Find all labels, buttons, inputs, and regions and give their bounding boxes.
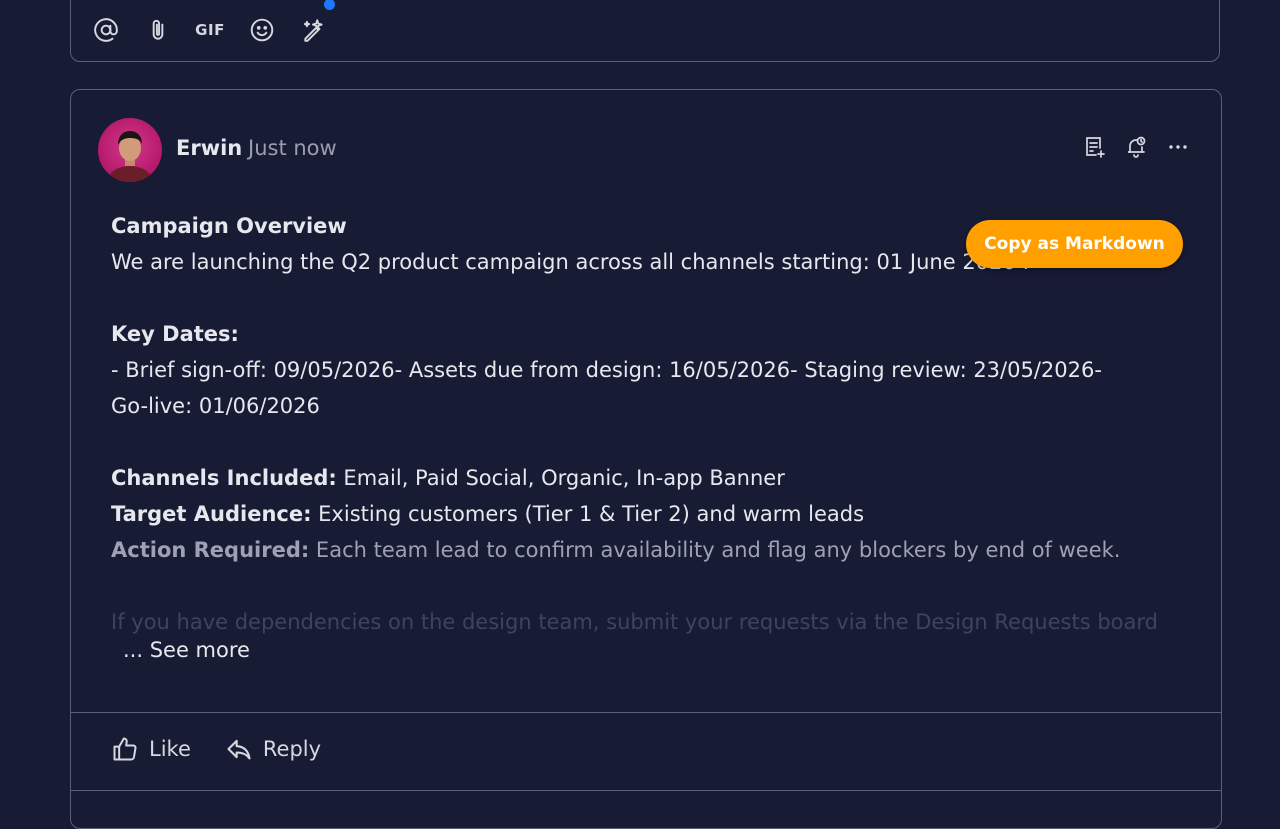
key-dates-line: - Brief sign-off: 09/05/2026- Assets due…	[111, 358, 1102, 382]
post-header-actions	[1081, 134, 1191, 160]
avatar[interactable]	[98, 118, 162, 182]
reply-icon	[227, 739, 251, 760]
more-options-icon	[1169, 145, 1187, 149]
see-more-link[interactable]: ... See more	[123, 638, 250, 662]
gif-button[interactable]: GIF	[195, 15, 225, 45]
bottom-divider	[71, 790, 1221, 791]
action-value: Each team lead to confirm availability a…	[309, 538, 1121, 562]
add-to-notes-icon	[1086, 137, 1105, 158]
emoji-button[interactable]	[247, 15, 277, 45]
audience-line: Target Audience: Existing customers (Tie…	[111, 496, 1191, 532]
key-dates-heading: Key Dates:	[111, 322, 239, 346]
mention-icon	[94, 18, 118, 42]
mention-button[interactable]	[91, 15, 121, 45]
dependencies-line: If you have dependencies on the design t…	[111, 610, 1158, 634]
like-button[interactable]: Like	[111, 735, 191, 763]
like-label: Like	[149, 737, 191, 761]
emoji-icon	[250, 18, 274, 42]
notification-dot	[324, 0, 335, 10]
thumbs-up-icon	[113, 737, 137, 761]
attach-icon	[152, 19, 164, 40]
post-footer-actions: Like Reply	[111, 735, 321, 763]
action-label: Action Required:	[111, 538, 310, 562]
copy-as-markdown-button[interactable]: Copy as Markdown	[966, 220, 1183, 268]
composer-toolbar: GIF	[91, 0, 335, 45]
post-timestamp: Just now	[248, 136, 337, 160]
attach-button[interactable]	[143, 15, 173, 45]
reply-button[interactable]: Reply	[225, 735, 321, 763]
audience-label: Target Audience:	[111, 502, 312, 526]
channels-line: Channels Included: Email, Paid Social, O…	[111, 460, 1191, 496]
reminder-button[interactable]	[1123, 134, 1149, 160]
comment-composer: GIF	[70, 0, 1220, 62]
more-options-button[interactable]	[1165, 134, 1191, 160]
footer-divider	[71, 712, 1221, 713]
ai-assist-button[interactable]	[299, 0, 335, 45]
audience-value: Existing customers (Tier 1 & Tier 2) and…	[311, 502, 865, 526]
magic-wand-icon	[303, 19, 323, 42]
person-icon	[108, 131, 152, 182]
gif-icon: GIF	[195, 21, 225, 39]
channels-label: Channels Included:	[111, 466, 337, 490]
action-line: Action Required: Each team lead to confi…	[111, 532, 1191, 568]
add-to-notes-button[interactable]	[1081, 134, 1107, 160]
post-card: Erwin Just now Campaign Overview We are …	[70, 89, 1222, 829]
channels-value: Email, Paid Social, Organic, In-app Bann…	[336, 466, 785, 490]
key-dates-line: Go-live: 01/06/2026	[111, 394, 320, 418]
post-body: Campaign Overview We are launching the Q…	[111, 208, 1191, 640]
reminder-bell-icon	[1128, 136, 1146, 158]
reply-label: Reply	[262, 737, 322, 761]
author-name[interactable]: Erwin	[176, 136, 242, 160]
